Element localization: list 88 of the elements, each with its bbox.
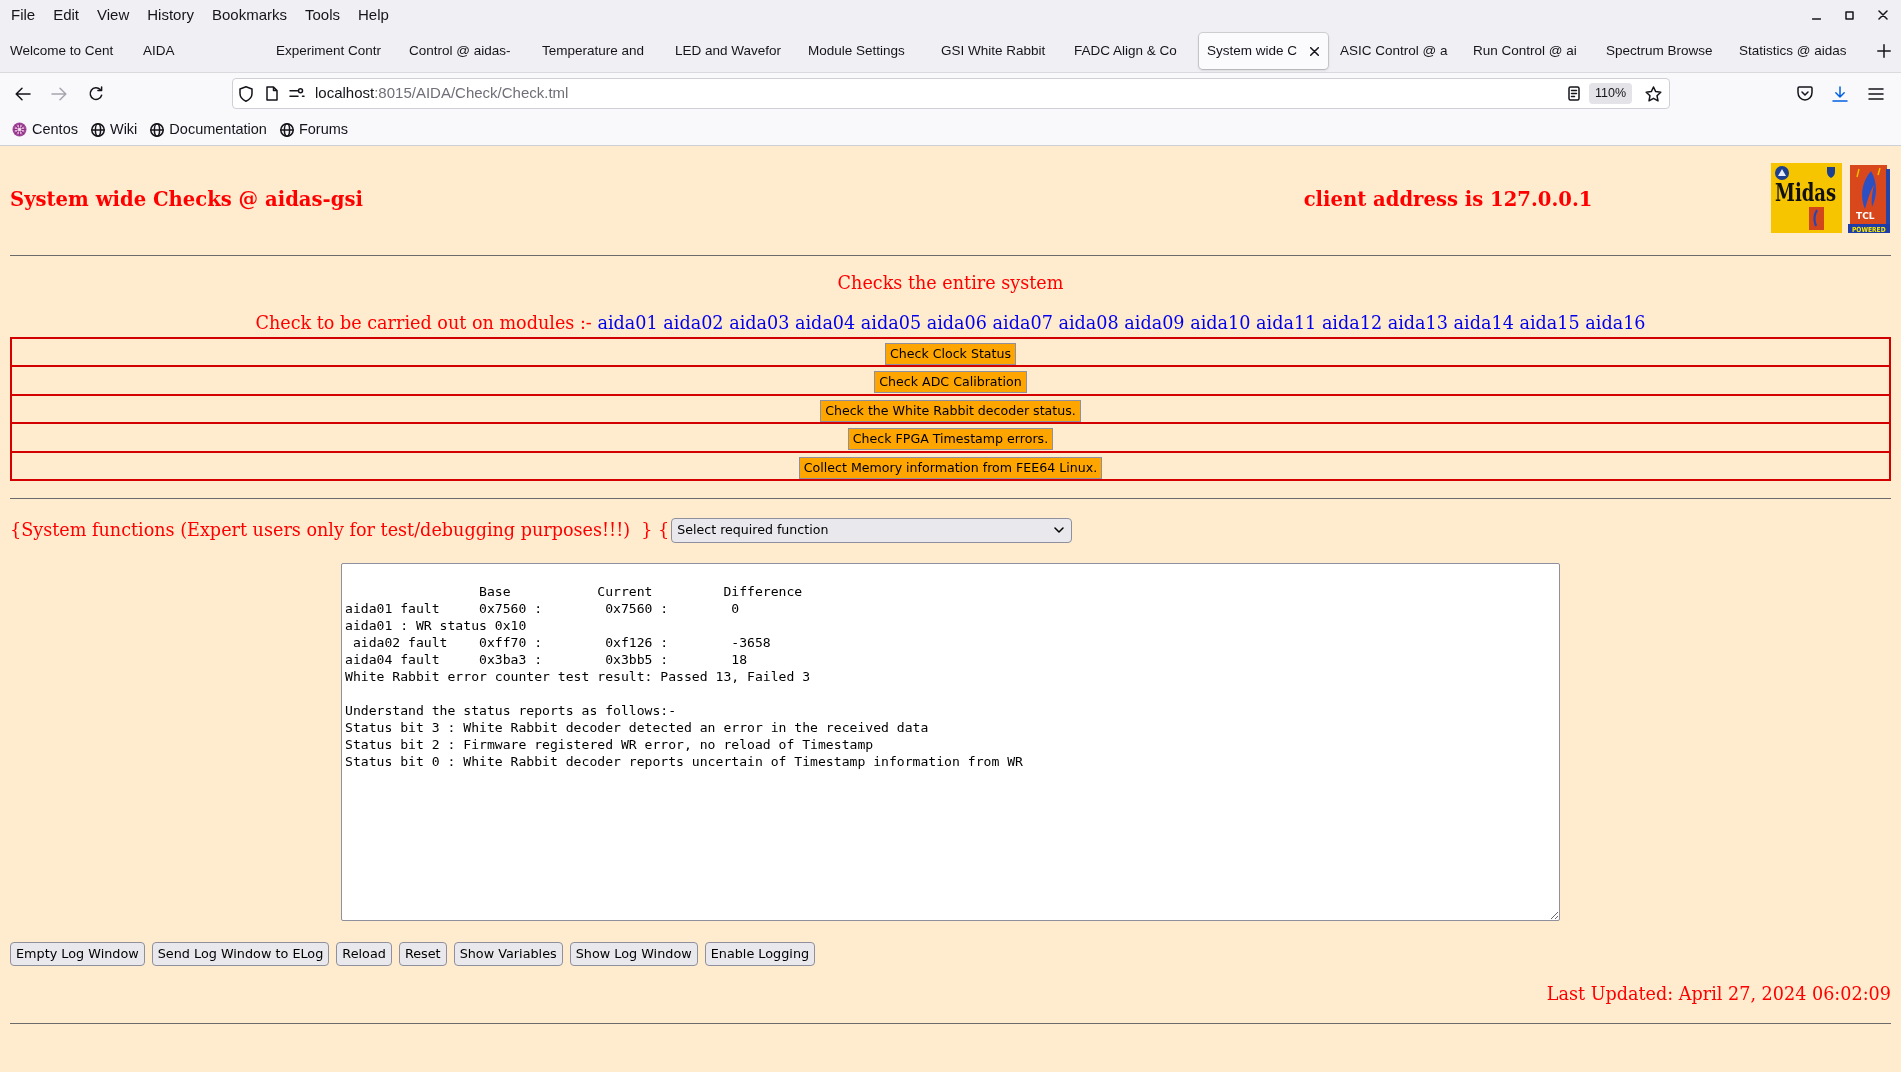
check-button[interactable]: Check ADC Calibration [874,371,1027,394]
bookmark-link[interactable]: Centos [12,118,78,141]
browser-tab[interactable]: Statistics @ aidas [1731,33,1860,69]
browser-tab[interactable]: AIDA [135,33,264,69]
maximize-icon[interactable] [1845,10,1854,20]
function-dropdown[interactable]: Select required function [671,517,1073,543]
globe-icon [150,122,165,137]
action-button[interactable]: Send Log Window to ELog [151,941,330,966]
module-link[interactable]: aida04 [795,313,856,333]
browser-tab[interactable]: Control @ aidas- [401,33,530,69]
logo-wordmark: TCL [1856,211,1875,221]
module-link[interactable]: aida15 [1519,313,1580,333]
action-button[interactable]: Reload [336,941,392,966]
menu-item[interactable]: Bookmarks [202,4,296,26]
browser-tab[interactable]: System wide C [1199,33,1328,69]
browser-tab[interactable]: GSI White Rabbit [933,33,1062,69]
check-button[interactable]: Check the White Rabbit decoder status. [820,399,1081,422]
flower-icon [12,122,27,137]
close-icon[interactable] [1310,46,1319,56]
browser-tab[interactable]: Spectrum Browse [1598,33,1727,69]
menu-item[interactable]: View [88,4,139,26]
bookmark-link[interactable]: Forums [279,118,349,141]
browser-tab[interactable]: Experiment Contr [268,33,397,69]
bookmark-link[interactable]: Wiki [90,118,138,141]
browser-tab[interactable]: FADC Align & Co [1066,33,1195,69]
module-link[interactable]: aida07 [992,313,1053,333]
page-title: System wide Checks @ aidas-gsi [10,187,364,212]
browser-tab[interactable]: Run Control @ ai [1465,33,1594,69]
globe-icon [279,122,294,137]
menu-item[interactable]: History [138,4,203,26]
last-updated-text: Last Updated: April 27, 2024 06:02:09 [1546,983,1891,1004]
module-link[interactable]: aida02 [663,313,724,333]
close-icon[interactable] [1878,10,1888,20]
module-link[interactable]: aida05 [860,313,922,333]
menu-item[interactable]: Tools [296,4,349,26]
address-bar[interactable]: localhost:8015/AIDA/Check/Check.tml 110% [232,78,1670,109]
feather-tile-icon [1809,207,1824,230]
page-lines-icon[interactable] [1567,86,1580,101]
menu-item[interactable]: Edit [44,4,89,26]
section-subtitle: Checks the entire system [837,273,1064,293]
module-link[interactable]: aida13 [1387,313,1448,333]
module-link[interactable]: aida08 [1058,313,1119,333]
log-output[interactable]: Base Current Difference aida01 fault 0x7560 : 0x7560 : 0 aida01 : WR status 0x10 aida02 fault 0xff70 : 0xf126 : -3658 aida04 fault 0x3ba3 : 0x3bb5 : 18 White Rabbit error counter test result: Passed 13, Failed 3 Understand the status reports as follows:- Status bit 3 : White Rabbit decoder detected an error in the received data Status bit 2 : Firmware registered WR error, no reload of Timestamp Status bit 0 : White Rabbit decoder reports uncertain of Timestamp information from WR [341,562,1560,921]
back-icon[interactable] [15,86,31,101]
logo-wordmark: Midas [1775,178,1837,207]
browser-tab[interactable]: LED and Wavefor [667,33,796,69]
system-functions-label: {System functions (Expert users only for test/debugging purposes!!!) } { [10,519,670,541]
module-link[interactable]: aida10 [1190,313,1251,333]
client-address: client address is 127.0.0.1 [1302,187,1594,212]
browser-tab[interactable]: ASIC Control @ a [1332,33,1461,69]
globe-icon [90,122,105,137]
module-link[interactable]: aida16 [1585,313,1646,333]
reload-icon[interactable] [88,85,104,102]
bookmark-link[interactable]: Documentation [150,118,267,141]
module-link[interactable]: aida12 [1321,313,1383,333]
plus-icon[interactable] [1877,44,1891,58]
action-button[interactable]: Show Variables [453,941,563,966]
check-button[interactable]: Check FPGA Timestamp errors. [847,428,1054,451]
menu-item[interactable]: File [2,4,45,26]
module-link[interactable]: aida09 [1124,313,1185,333]
action-button[interactable]: Enable Logging [704,941,816,966]
zoom-level-button[interactable]: 110% [1588,83,1632,104]
module-link[interactable]: aida01 [597,313,658,333]
module-link[interactable]: aida06 [926,313,987,333]
download-icon[interactable] [1832,85,1848,102]
module-link[interactable]: aida14 [1453,313,1514,333]
shield-icon[interactable] [239,85,253,102]
module-link[interactable]: aida11 [1256,313,1317,333]
chevron-down-icon [1054,527,1065,534]
check-button[interactable]: Check Clock Status [884,343,1017,365]
browser-tab[interactable]: Module Settings [800,33,929,69]
menu-icon[interactable] [1868,87,1884,100]
emblem-icon [1775,166,1789,180]
shield-icon [1827,167,1835,178]
page-icon[interactable] [266,86,278,101]
action-button[interactable]: Show Log Window [569,941,698,966]
url-text: localhost:8015/AIDA/Check/Check.tml [315,83,569,104]
action-button[interactable]: Empty Log Window [10,941,145,966]
star-icon[interactable] [1645,85,1662,102]
pouch-icon[interactable] [1797,86,1813,101]
check-button[interactable]: Collect Memory information from FEE64 Linux. [798,456,1103,479]
action-button[interactable]: Reset [398,941,447,966]
modules-label: Check to be carried out on modules :- [255,313,592,333]
module-link[interactable]: aida03 [729,313,790,333]
menu-item[interactable]: Help [349,4,398,26]
browser-tab[interactable]: Welcome to Cent [2,33,131,69]
sliders-icon[interactable] [289,88,305,99]
browser-tab[interactable]: Temperature and [534,33,663,69]
